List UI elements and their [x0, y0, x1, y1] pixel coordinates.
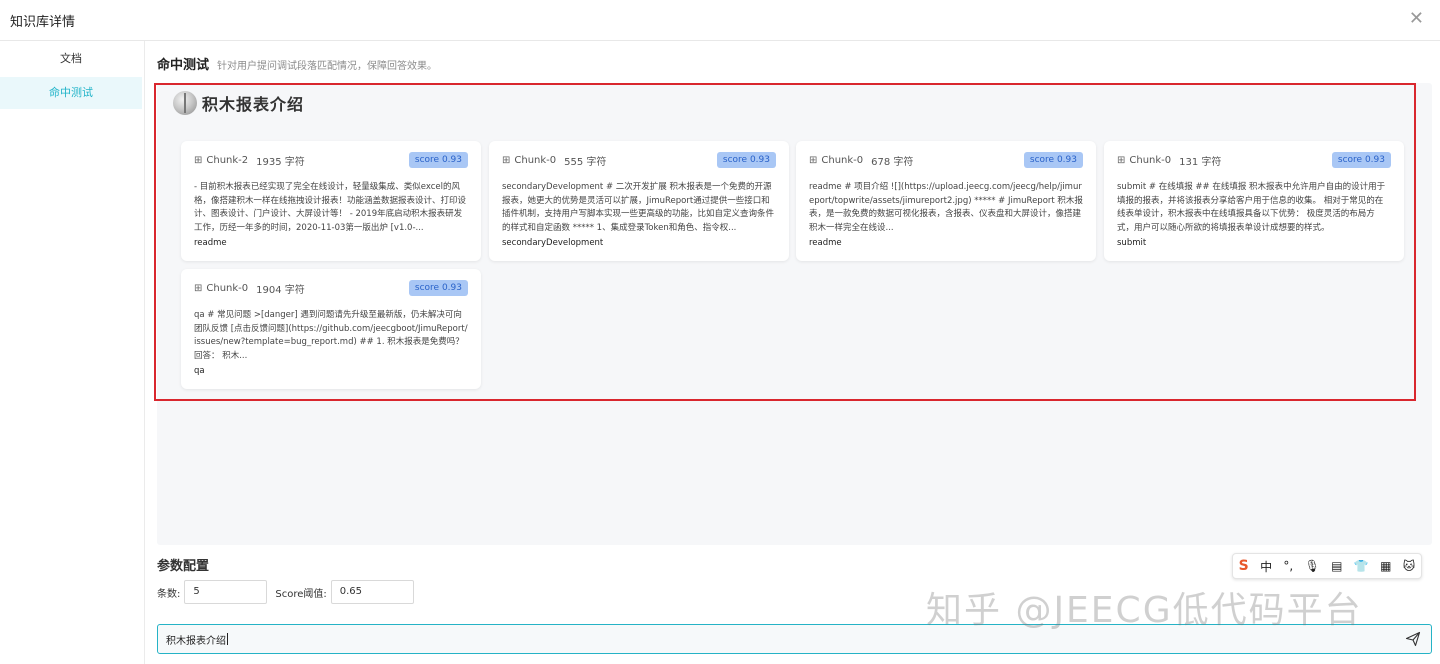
chunk-source: qa: [194, 366, 205, 376]
score-badge: score 0.93: [408, 280, 468, 296]
chunk-icon: ⊞: [502, 154, 511, 166]
char-count: 555 字符: [564, 156, 607, 168]
char-count: 1904 字符: [256, 284, 305, 296]
score-threshold-input[interactable]: 0.65: [330, 580, 414, 604]
chunk-text: qa # 常见问题 >[danger] 遇到问题请先升级至最新版，仍未解决可向团…: [194, 310, 468, 361]
close-icon[interactable]: ✕: [1409, 10, 1424, 28]
chunk-card[interactable]: ⊞ Chunk-0 1904 字符 score 0.93 qa # 常见问题 >[d…: [181, 269, 481, 389]
chunk-source: readme: [809, 238, 842, 248]
chunk-name: Chunk-0: [1129, 154, 1172, 166]
chunk-name: Chunk-0: [821, 154, 864, 166]
results-title: 积木报表介绍: [202, 95, 305, 114]
chunk-source: submit: [1117, 238, 1147, 248]
score-badge: score 0.93: [408, 152, 468, 168]
section-header: 命中测试 针对用户提问调试段落匹配情况，保障回答效果。: [157, 54, 437, 73]
chunk-source: secondaryDevelopment: [502, 238, 604, 248]
query-text: 积木报表介绍: [166, 635, 226, 647]
chunk-icon: ⊞: [194, 282, 203, 294]
chunk-text: secondaryDevelopment # 二次开发扩展 积木报表是一个免费的…: [502, 182, 775, 233]
score-threshold-label: Score阈值:: [275, 588, 327, 600]
char-count: 131 字符: [1179, 156, 1222, 168]
score-badge: score 0.93: [716, 152, 776, 168]
count-label: 条数:: [157, 588, 181, 600]
params-row: 条数: 5 Score阈值: 0.65: [157, 580, 414, 604]
score-badge: score 0.93: [1023, 152, 1083, 168]
chunk-text: readme # 项目介绍 ![](https://upload.jeecg.c…: [809, 182, 1083, 233]
sidebar: 文档 命中测试: [0, 41, 145, 664]
modal-header: 知识库详情 ✕: [0, 0, 1440, 41]
ime-punctuation-icon[interactable]: °,: [1283, 559, 1293, 573]
chunk-card[interactable]: ⊞ Chunk-2 1935 字符 score 0.93 - 目前积木报表已经实现了…: [181, 141, 481, 261]
chunk-icon: ⊞: [809, 154, 818, 166]
chunk-name: Chunk-2: [206, 154, 249, 166]
sidebar-item-documents[interactable]: 文档: [0, 43, 142, 75]
chunk-name: Chunk-0: [206, 282, 249, 294]
ime-grid-icon[interactable]: ▦: [1380, 559, 1391, 573]
chunk-icon: ⊞: [1117, 154, 1126, 166]
ime-logo-icon[interactable]: S: [1239, 558, 1249, 574]
char-count: 1935 字符: [256, 156, 305, 168]
results-highlight-frame: 积木报表介绍 ⊞ Chunk-2 1935 字符 score 0.93 - 目前积木…: [154, 83, 1416, 401]
chunk-card[interactable]: ⊞ Chunk-0 678 字符 score 0.93 readme # 项目介绍 …: [796, 141, 1096, 261]
ime-toolbar[interactable]: S 中 °, 🎙 ▤ 👕 ▦ 🐱: [1232, 553, 1422, 579]
chunk-card[interactable]: ⊞ Chunk-0 555 字符 score 0.93 secondaryDevel…: [489, 141, 789, 261]
avatar: [173, 91, 197, 115]
score-badge: score 0.93: [1331, 152, 1391, 168]
char-count: 678 字符: [871, 156, 914, 168]
params-title: 参数配置: [157, 559, 210, 574]
chunk-text: - 目前积木报表已经实现了完全在线设计，轻量级集成、类似excel的风格，像搭建…: [194, 182, 467, 233]
chunk-icon: ⊞: [194, 154, 203, 166]
modal-title: 知识库详情: [10, 14, 76, 30]
ime-mascot-icon[interactable]: 🐱: [1403, 559, 1416, 573]
section-description: 针对用户提问调试段落匹配情况，保障回答效果。: [217, 61, 438, 72]
ime-voice-icon[interactable]: 🎙: [1305, 559, 1320, 573]
chunk-card[interactable]: ⊞ Chunk-0 131 字符 score 0.93 submit # 在线填报 …: [1104, 141, 1404, 261]
ime-keyboard-icon[interactable]: ▤: [1331, 559, 1342, 573]
query-input[interactable]: 积木报表介绍: [157, 624, 1432, 654]
count-input[interactable]: 5: [184, 580, 268, 604]
results-panel: 积木报表介绍 ⊞ Chunk-2 1935 字符 score 0.93 - 目前积木…: [154, 83, 1432, 545]
chunk-source: readme: [194, 238, 227, 248]
sidebar-item-hit-test[interactable]: 命中测试: [0, 77, 142, 109]
send-icon[interactable]: [1405, 631, 1421, 647]
results-header: 积木报表介绍: [173, 91, 304, 115]
chunk-text: submit # 在线填报 ## 在线填报 积木报表中允许用户自由的设计用于填报…: [1117, 182, 1386, 233]
section-title: 命中测试: [157, 58, 210, 73]
chunk-name: Chunk-0: [514, 154, 557, 166]
ime-chinese-mode[interactable]: 中: [1260, 558, 1272, 575]
ime-skin-icon[interactable]: 👕: [1354, 559, 1369, 573]
